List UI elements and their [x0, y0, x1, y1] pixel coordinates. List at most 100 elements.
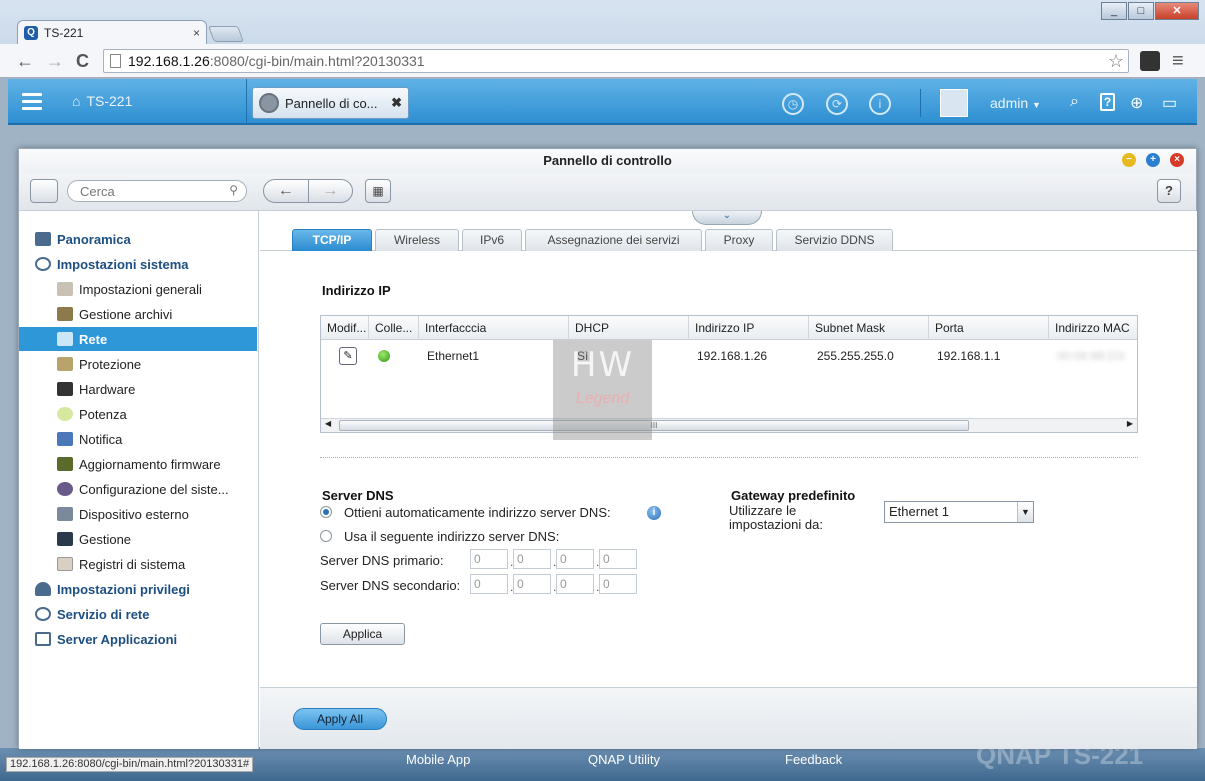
- sidebar-item-potenza[interactable]: Potenza: [19, 402, 257, 426]
- table-cell: 192.168.1.26: [697, 349, 768, 363]
- info-icon[interactable]: i: [869, 93, 891, 115]
- sidebar-item-impostazioni-sistema[interactable]: Impostazioni sistema: [19, 252, 257, 276]
- apply-dns-button[interactable]: Applica: [320, 623, 405, 645]
- window-close-icon[interactable]: ×: [1170, 153, 1184, 167]
- storage-icon: [57, 307, 73, 321]
- sidebar-item-impostazioni-privilegi[interactable]: Impostazioni privilegi: [19, 577, 257, 601]
- main-menu-icon[interactable]: [22, 93, 42, 111]
- dns-primary-octet-1[interactable]: 0: [470, 549, 508, 569]
- scrollbar-thumb[interactable]: III: [339, 420, 969, 431]
- dns-secondary-octet-1[interactable]: 0: [470, 574, 508, 594]
- dns-primary-octet-3[interactable]: 0: [556, 549, 594, 569]
- sidebar-item-panoramica[interactable]: Panoramica: [19, 227, 257, 251]
- sidebar-toggle-button[interactable]: [30, 179, 58, 203]
- watermark-logo: HW Legend: [553, 340, 652, 440]
- edit-icon[interactable]: ✎: [339, 347, 357, 365]
- sidebar-item-impostazioni-generali[interactable]: Impostazioni generali: [19, 277, 257, 301]
- address-bar[interactable]: 192.168.1.26:8080/cgi-bin/main.html?2013…: [103, 49, 1129, 73]
- sidebar-item-label: Impostazioni sistema: [57, 256, 189, 272]
- dns-secondary-octet-2[interactable]: 0: [513, 574, 551, 594]
- desktop-item-feedback[interactable]: Feedback: [785, 752, 842, 767]
- column-header[interactable]: Porta: [929, 316, 1049, 340]
- language-globe-icon[interactable]: ⊕: [1130, 93, 1143, 113]
- help-icon[interactable]: ?: [1100, 93, 1115, 111]
- sidebar-item-registri-di-sistema[interactable]: Registri di sistema: [19, 552, 257, 576]
- dns-auto-radio[interactable]: [320, 506, 332, 518]
- back-button[interactable]: ←: [16, 52, 34, 70]
- window-title: Pannello di controllo: [19, 149, 1196, 173]
- sync-icon[interactable]: ⟳: [826, 93, 848, 115]
- avatar[interactable]: [940, 89, 968, 117]
- desktop-item-qnap-utility[interactable]: QNAP Utility: [588, 752, 660, 767]
- desktop-monitor-icon[interactable]: ▭: [1162, 93, 1177, 113]
- new-tab-button[interactable]: [208, 26, 244, 42]
- background-tasks-icon[interactable]: ◷: [782, 93, 804, 115]
- extension-icon[interactable]: [1140, 51, 1160, 71]
- tab-close-icon[interactable]: ×: [193, 26, 200, 40]
- search-icon[interactable]: ⌕: [1070, 93, 1079, 111]
- column-header[interactable]: Modif...: [321, 316, 369, 340]
- window-minimize-icon[interactable]: −: [1122, 153, 1136, 167]
- home-button[interactable]: ⌂ TS-221: [72, 93, 132, 109]
- tab-tcpip[interactable]: TCP/IP: [292, 229, 372, 251]
- sidebar-item-configurazione-sistema[interactable]: Configurazione del siste...: [19, 477, 257, 501]
- table-cell: Ethernet1: [427, 349, 480, 363]
- column-header[interactable]: Interfacccia: [419, 316, 569, 340]
- taskbar-control-panel[interactable]: Pannello di co... ✖: [252, 87, 409, 119]
- sidebar-item-server-applicazioni[interactable]: Server Applicazioni: [19, 627, 257, 651]
- sidebar-item-gestione-archivi[interactable]: Gestione archivi: [19, 302, 257, 326]
- forward-button[interactable]: →: [46, 52, 64, 70]
- search-input[interactable]: Cerca ⚲: [67, 180, 247, 202]
- tab-wireless[interactable]: Wireless: [375, 229, 459, 251]
- user-menu[interactable]: admin ▼: [990, 95, 1041, 111]
- browser-menu-button[interactable]: ≡: [1172, 51, 1184, 71]
- sidebar-item-aggiornamento-firmware[interactable]: Aggiornamento firmware: [19, 452, 257, 476]
- sidebar-item-protezione[interactable]: Protezione: [19, 352, 257, 376]
- tab-assegnazione-servizi[interactable]: Assegnazione dei servizi: [525, 229, 702, 251]
- browser-tab[interactable]: Q TS-221 ×: [17, 20, 207, 44]
- maximize-button[interactable]: □: [1128, 2, 1154, 20]
- dns-secondary-octet-3[interactable]: 0: [556, 574, 594, 594]
- sidebar-item-rete[interactable]: Rete: [19, 327, 257, 351]
- sidebar-item-label: Potenza: [79, 406, 127, 422]
- bookmark-star-icon[interactable]: ☆: [1108, 51, 1124, 72]
- column-header[interactable]: Subnet Mask: [809, 316, 929, 340]
- sidebar-item-dispositivo-esterno[interactable]: Dispositivo esterno: [19, 502, 257, 526]
- column-header[interactable]: DHCP: [569, 316, 689, 340]
- sidebar-item-label: Aggiornamento firmware: [79, 456, 221, 472]
- column-header[interactable]: Colle...: [369, 316, 419, 340]
- gateway-interface-select[interactable]: Ethernet 1 ▼: [884, 501, 1034, 523]
- minimize-button[interactable]: _: [1101, 2, 1127, 20]
- nav-back-button[interactable]: ←: [264, 180, 309, 202]
- sidebar-item-gestione[interactable]: Gestione: [19, 527, 257, 551]
- scroll-right-icon[interactable]: ▶: [1127, 419, 1133, 428]
- apps-grid-button[interactable]: ▦: [365, 179, 391, 203]
- help-button[interactable]: ?: [1157, 179, 1181, 203]
- close-window-button[interactable]: ✕: [1155, 2, 1199, 20]
- nav-forward-button[interactable]: →: [309, 180, 353, 202]
- tab-proxy[interactable]: Proxy: [705, 229, 773, 251]
- dns-primary-octet-4[interactable]: 0: [599, 549, 637, 569]
- column-header[interactable]: Indirizzo MAC: [1049, 316, 1137, 340]
- sidebar-item-servizio-di-rete[interactable]: Servizio di rete: [19, 602, 257, 626]
- sidebar-item-notifica[interactable]: Notifica: [19, 427, 257, 451]
- browser-toolbar: ← → C 192.168.1.26:8080/cgi-bin/main.htm…: [0, 44, 1205, 78]
- scroll-left-icon[interactable]: ◀: [325, 419, 331, 428]
- dns-section-title: Server DNS: [322, 488, 394, 503]
- tab-ipv6[interactable]: IPv6: [462, 229, 522, 251]
- dns-secondary-octet-4[interactable]: 0: [599, 574, 637, 594]
- sidebar-item-hardware[interactable]: Hardware: [19, 377, 257, 401]
- dns-manual-radio[interactable]: [320, 530, 332, 542]
- topbar-separator: [920, 89, 921, 117]
- horizontal-scrollbar[interactable]: ◀ III ▶: [321, 418, 1137, 432]
- window-maximize-icon[interactable]: +: [1146, 153, 1160, 167]
- tab-servizio-ddns[interactable]: Servizio DDNS: [776, 229, 893, 251]
- apply-all-button[interactable]: Apply All: [293, 708, 387, 730]
- taskbar-close-icon[interactable]: ✖: [391, 95, 402, 111]
- reload-button[interactable]: C: [76, 52, 89, 70]
- info-icon[interactable]: i: [647, 506, 661, 520]
- dns-primary-octet-2[interactable]: 0: [513, 549, 551, 569]
- collapse-toggle[interactable]: ⌄: [692, 211, 762, 225]
- desktop-item-mobile-app[interactable]: Mobile App: [406, 752, 470, 767]
- column-header[interactable]: Indirizzo IP: [689, 316, 809, 340]
